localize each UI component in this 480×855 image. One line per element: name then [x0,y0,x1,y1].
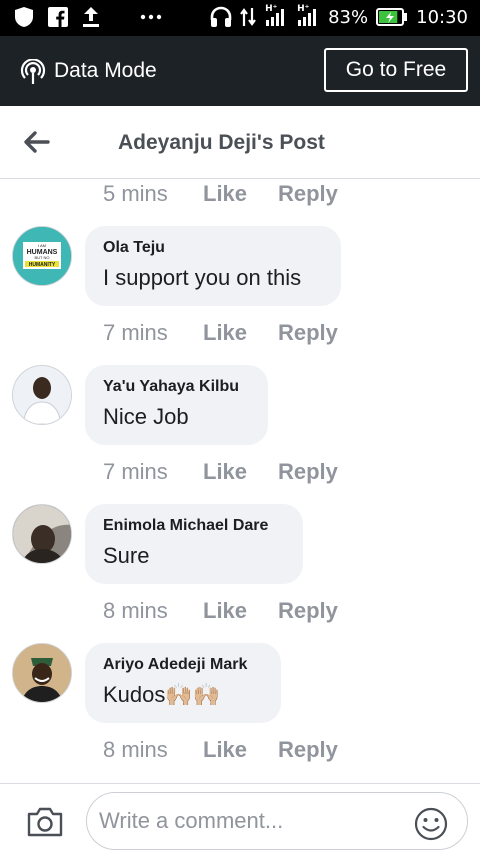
status-bar: H⁺ H⁺ 83% 10:30 [0,0,480,36]
signal-icon-2: H⁺ [296,4,320,27]
shield-icon [14,6,34,28]
camera-icon[interactable] [26,806,64,838]
comment-composer [0,783,480,855]
network-type-label-1: H⁺ [265,4,278,14]
comment-item: I AM HUMANS BUT NO HUMANITY Ola Teju I s… [0,226,480,308]
battery-percent: 83% [328,6,369,28]
like-link[interactable]: Like [203,737,278,767]
avatar-text-3: BUT NO [34,255,49,260]
comment-actions: 8 mins Like Reply [103,737,338,767]
reply-link[interactable]: Reply [278,181,338,211]
signal-icon-1: H⁺ [264,4,288,27]
facebook-icon [48,7,68,27]
comment-bubble[interactable]: Ya'u Yahaya Kilbu Nice Job [85,365,268,445]
headphones-icon [210,6,232,28]
go-to-free-button[interactable]: Go to Free [324,48,468,92]
battery-charging-icon [376,8,408,26]
like-link[interactable]: Like [203,181,278,211]
avatar-text-1: I AM [38,243,46,248]
broadcast-icon [20,58,46,85]
comment-actions: 5 mins Like Reply [103,181,338,211]
like-link[interactable]: Like [203,459,278,489]
comment-actions: 8 mins Like Reply [103,598,338,628]
status-left-icons [14,6,162,28]
comment-text: I support you on this [103,265,302,290]
comment-time: 7 mins [103,459,168,484]
reply-link[interactable]: Reply [278,320,338,350]
comment-text: Sure [103,543,150,568]
page-title: Adeyanju Deji's Post [118,131,325,154]
comment-text: Kudos🙌🏼🙌🏼 [103,682,221,707]
comment-author[interactable]: Enimola Michael Dare [103,515,285,537]
more-notifications-icon [140,14,162,20]
network-type-label-2: H⁺ [297,4,310,14]
data-transfer-icon [240,7,256,27]
comment-input[interactable] [86,792,468,850]
comment-author[interactable]: Ariyo Adedeji Mark [103,654,263,676]
reply-link[interactable]: Reply [278,598,338,628]
comment-bubble[interactable]: Ola Teju I support you on this [85,226,341,306]
clock: 10:30 [416,6,468,28]
comment-bubble[interactable]: Enimola Michael Dare Sure [85,504,303,584]
comment-actions: 7 mins Like Reply [103,459,338,489]
back-arrow-icon[interactable] [22,130,50,154]
avatar[interactable]: I AM HUMANS BUT NO HUMANITY [12,226,72,286]
avatar[interactable] [12,365,72,425]
avatar[interactable] [12,504,72,564]
like-link[interactable]: Like [203,598,278,628]
comment-time: 7 mins [103,320,168,345]
comment-bubble[interactable]: Ariyo Adedeji Mark Kudos🙌🏼🙌🏼 [85,643,281,723]
emoji-icon[interactable] [414,807,448,841]
post-header: Adeyanju Deji's Post [0,106,480,179]
comment-actions: 7 mins Like Reply [103,320,338,350]
like-link[interactable]: Like [203,320,278,350]
reply-link[interactable]: Reply [278,737,338,767]
comment-item: Ya'u Yahaya Kilbu Nice Job [0,365,480,447]
upload-icon [82,6,100,28]
comment-author[interactable]: Ya'u Yahaya Kilbu [103,376,250,398]
comment-text: Nice Job [103,404,189,429]
comment-time: 5 mins [103,181,168,206]
data-mode-bar: Data Mode Go to Free [0,36,480,106]
avatar-text-4: HUMANITY [29,262,56,268]
comment-time: 8 mins [103,737,168,762]
comment-item: Ariyo Adedeji Mark Kudos🙌🏼🙌🏼 [0,643,480,725]
comment-item: Enimola Michael Dare Sure [0,504,480,586]
data-mode-label: Data Mode [54,59,157,82]
comments-list[interactable]: 5 mins Like Reply I AM HUMANS BUT NO HUM… [0,179,480,783]
comment-author[interactable]: Ola Teju [103,237,323,259]
reply-link[interactable]: Reply [278,459,338,489]
comment-time: 8 mins [103,598,168,623]
status-right-icons: H⁺ H⁺ 83% 10:30 [210,4,468,28]
avatar[interactable] [12,643,72,703]
